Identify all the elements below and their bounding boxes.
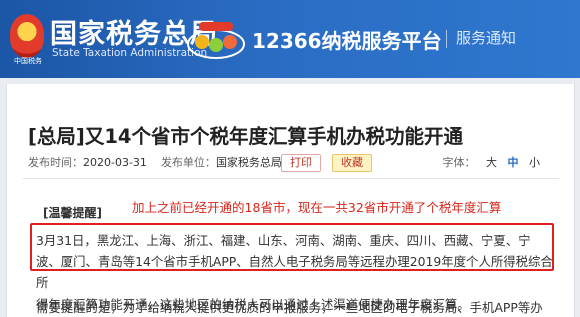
article-title: [总局]又14个省市个税年度汇算手机办税功能开通 (28, 125, 463, 148)
annotation-note: 加上之前已经开通的18省市，现在一共32省市开通了个税年度汇算 (132, 200, 502, 215)
tip-label: [温馨提醒] (43, 206, 102, 220)
unit-label: 发布单位： (160, 156, 216, 169)
font-size-label: 字体： (442, 156, 476, 169)
tax-emblem-icon (10, 14, 44, 58)
publish-date: 2020-03-31 (83, 156, 147, 169)
section-name[interactable]: 服务通知 (456, 27, 516, 48)
print-button[interactable]: 打印 (281, 154, 321, 172)
site-header: 中国税务 国家税务总局 State Taxation Administratio… (0, 0, 580, 78)
paragraph-line: 3月31日，黑龙江、上海、浙江、福建、山东、河南、湖南、重庆、四川、西藏、宁夏、… (36, 233, 531, 248)
favorite-button[interactable]: 收藏 (332, 154, 372, 172)
font-size-medium[interactable]: 中 (508, 156, 519, 169)
article-panel: [总局]又14个省市个税年度汇算手机办税功能开通 发布时间：2020-03-31… (6, 84, 575, 317)
emblem-text: 中国税务 (14, 57, 42, 65)
12366-logo-icon (187, 22, 245, 59)
font-size-large[interactable]: 大 (486, 156, 497, 169)
site-subtitle: State Taxation Administration (52, 47, 208, 59)
meta-divider (23, 178, 559, 179)
unit-value: 国家税务总局 (215, 156, 282, 169)
article-meta: 发布时间：2020-03-31 发布单位：国家税务总局 打印 收藏 字体： 大 … (28, 154, 558, 174)
paragraph-line-cut: 需要提醒的是，为了给纳税人提供更优质的申报服务，一些地区的电子税务局、手机APP… (36, 300, 543, 315)
platform-name[interactable]: 12366纳税服务平台 (252, 25, 442, 54)
font-size-small[interactable]: 小 (529, 156, 540, 169)
header-divider (446, 30, 447, 48)
paragraph-line: 波、厦门、青岛等14个省市手机APP、自然人电子税务局等远程办理2019年度个人… (36, 254, 553, 291)
publish-label: 发布时间： (28, 156, 83, 169)
font-size-switcher: 字体： 大 中 小 (443, 154, 541, 170)
